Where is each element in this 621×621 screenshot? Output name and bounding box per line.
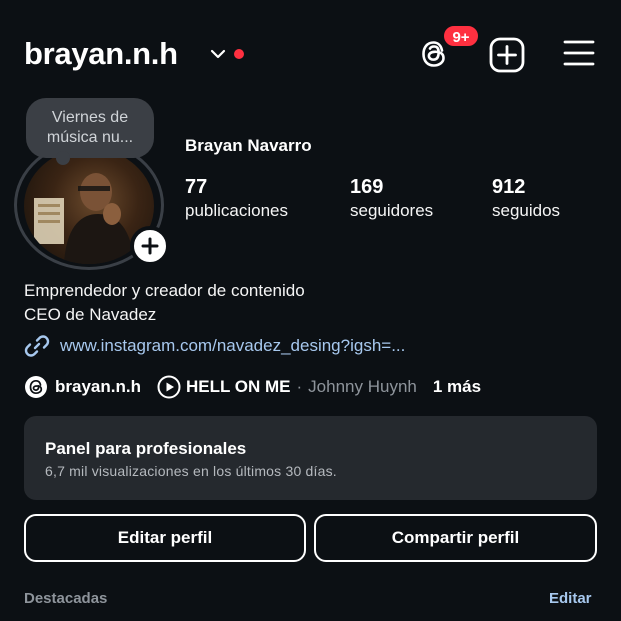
- hamburger-menu-icon[interactable]: [563, 38, 595, 68]
- profile-avatar[interactable]: [14, 140, 170, 270]
- bio-line-2: CEO de Navadez: [24, 305, 157, 324]
- note-bubble[interactable]: Viernes de música nu...: [26, 98, 154, 165]
- chevron-down-icon[interactable]: [210, 48, 226, 60]
- bio: Emprendedor y creador de contenido CEO d…: [24, 279, 305, 327]
- plus-icon: [141, 237, 159, 255]
- add-story-button[interactable]: [130, 226, 170, 266]
- stat-followers[interactable]: 169 seguidores: [350, 175, 433, 223]
- separator-dot: ·: [296, 377, 303, 396]
- following-count: 912: [492, 176, 526, 198]
- stat-posts[interactable]: 77 publicaciones: [185, 175, 288, 223]
- following-label: seguidos: [492, 201, 561, 220]
- posts-label: publicaciones: [185, 201, 289, 220]
- username-title[interactable]: brayan.n.h: [24, 36, 178, 72]
- link-icon: [24, 335, 50, 357]
- threads-username[interactable]: brayan.n.h: [55, 377, 141, 397]
- more-link[interactable]: 1 más: [433, 377, 481, 397]
- profile-meta-row: brayan.n.h HELL ON ME · Johnny Huynh 1 m…: [24, 373, 481, 401]
- posts-count: 77: [185, 176, 208, 198]
- professional-dashboard-panel[interactable]: Panel para profesionales 6,7 mil visuali…: [24, 416, 597, 500]
- full-name: Brayan Navarro: [185, 136, 312, 155]
- profile-link[interactable]: www.instagram.com/navadez_desing?igsh=..…: [24, 333, 405, 359]
- panel-subtitle: 6,7 mil visualizaciones en los últimos 3…: [45, 463, 337, 479]
- play-circle-icon[interactable]: [157, 375, 181, 399]
- highlights-title: Destacadas: [24, 590, 108, 607]
- edit-profile-button[interactable]: Editar perfil: [24, 514, 306, 562]
- song-artist: Johnny Huynh: [308, 377, 417, 396]
- threads-small-icon: [25, 376, 47, 398]
- song-title[interactable]: HELL ON ME: [186, 377, 291, 397]
- bio-line-1: Emprendedor y creador de contenido: [24, 281, 305, 300]
- followers-count: 169: [350, 176, 384, 198]
- followers-label: seguidores: [350, 201, 434, 220]
- stat-following[interactable]: 912 seguidos: [492, 175, 560, 223]
- share-profile-button[interactable]: Compartir perfil: [314, 514, 597, 562]
- highlights-edit-link[interactable]: Editar: [549, 590, 592, 607]
- notification-dot: [234, 49, 244, 59]
- panel-title: Panel para profesionales: [45, 439, 247, 458]
- threads-badge: 9+: [442, 24, 480, 48]
- profile-header: brayan.n.h 9+: [0, 0, 621, 110]
- link-text[interactable]: www.instagram.com/navadez_desing?igsh=..…: [60, 336, 405, 356]
- add-post-icon[interactable]: [489, 37, 525, 73]
